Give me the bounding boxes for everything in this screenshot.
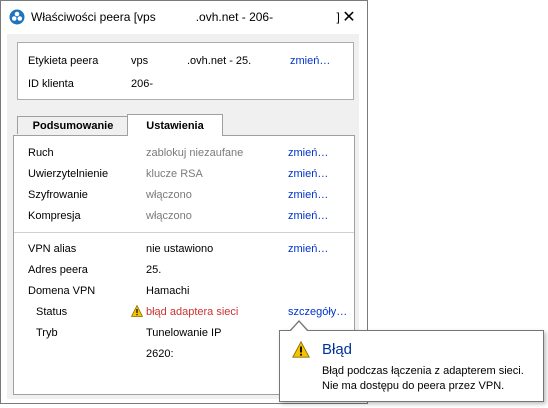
mode-value: Tunelowanie IP [146,327,222,339]
peer-address-label: Adres peera [28,264,88,276]
traffic-change-link[interactable]: zmień… [288,147,328,159]
ipv6-address-value: 2620: [146,348,174,360]
compression-change-link[interactable]: zmień… [288,210,328,222]
peer-info-box: Etykieta peera vps .ovh.net - 25. zmień…… [17,42,354,100]
tooltip-warning-icon [292,340,310,361]
mode-label: Tryb [36,327,58,339]
vpn-alias-value: nie ustawiono [146,243,214,255]
peer-label-caption: Etykieta peera [28,55,99,67]
error-tooltip: Błąd Błąd podczas łączenia z adapterem s… [279,330,544,402]
tooltip-pointer [290,322,308,332]
encryption-label: Szyfrowanie [28,189,88,201]
tab-settings-label: Ustawienia [146,119,204,132]
close-icon: ✕ [342,9,356,26]
tab-summary[interactable]: Podsumowanie [17,116,129,134]
client-id-caption: ID klienta [28,78,74,90]
status-value: błąd adaptera sieci [146,306,239,318]
encryption-value: włączono [146,189,192,201]
traffic-value: zablokuj niezaufane [146,147,244,159]
peer-label-value-right: .ovh.net - 25. [187,55,252,67]
tooltip-line-2: Nie ma dostępu do peera przez VPN. [322,380,505,392]
authentication-change-link[interactable]: zmień… [288,168,328,180]
hamachi-app-icon [9,9,25,25]
status-label: Status [36,306,68,318]
client-id-value: 206- [131,78,154,90]
peer-label-change-link[interactable]: zmień… [290,55,330,67]
vpn-alias-change-link[interactable]: zmień… [288,243,328,255]
peer-label-value-left: vps [131,55,149,67]
tooltip-title: Błąd [322,341,353,358]
peer-address-value: 25. [146,264,162,276]
compression-value: włączono [146,210,192,222]
traffic-label: Ruch [28,147,54,159]
tooltip-line-1: Błąd podczas łączenia z adapterem sieci. [322,365,524,377]
vpn-domain-value: Hamachi [146,285,190,297]
tab-strip: Podsumowanie Ustawienia [11,114,359,136]
compression-label: Kompresja [28,210,81,222]
authentication-value: klucze RSA [146,168,203,180]
encryption-change-link[interactable]: zmień… [288,189,328,201]
tab-settings[interactable]: Ustawienia [127,114,223,136]
authentication-label: Uwierzytelnienie [28,168,109,180]
warning-icon [130,304,144,320]
section-divider [14,232,354,233]
vpn-alias-label: VPN alias [28,243,77,255]
window-title: Właściwości peera [vps .ovh.net - 206- ] [31,10,340,24]
title-bar: Właściwości peera [vps .ovh.net - 206- ]… [1,1,367,33]
close-button[interactable]: ✕ [331,1,367,33]
vpn-domain-label: Domena VPN [28,285,96,297]
tab-summary-label: Podsumowanie [32,119,114,132]
status-details-link[interactable]: szczegóły… [288,306,347,318]
